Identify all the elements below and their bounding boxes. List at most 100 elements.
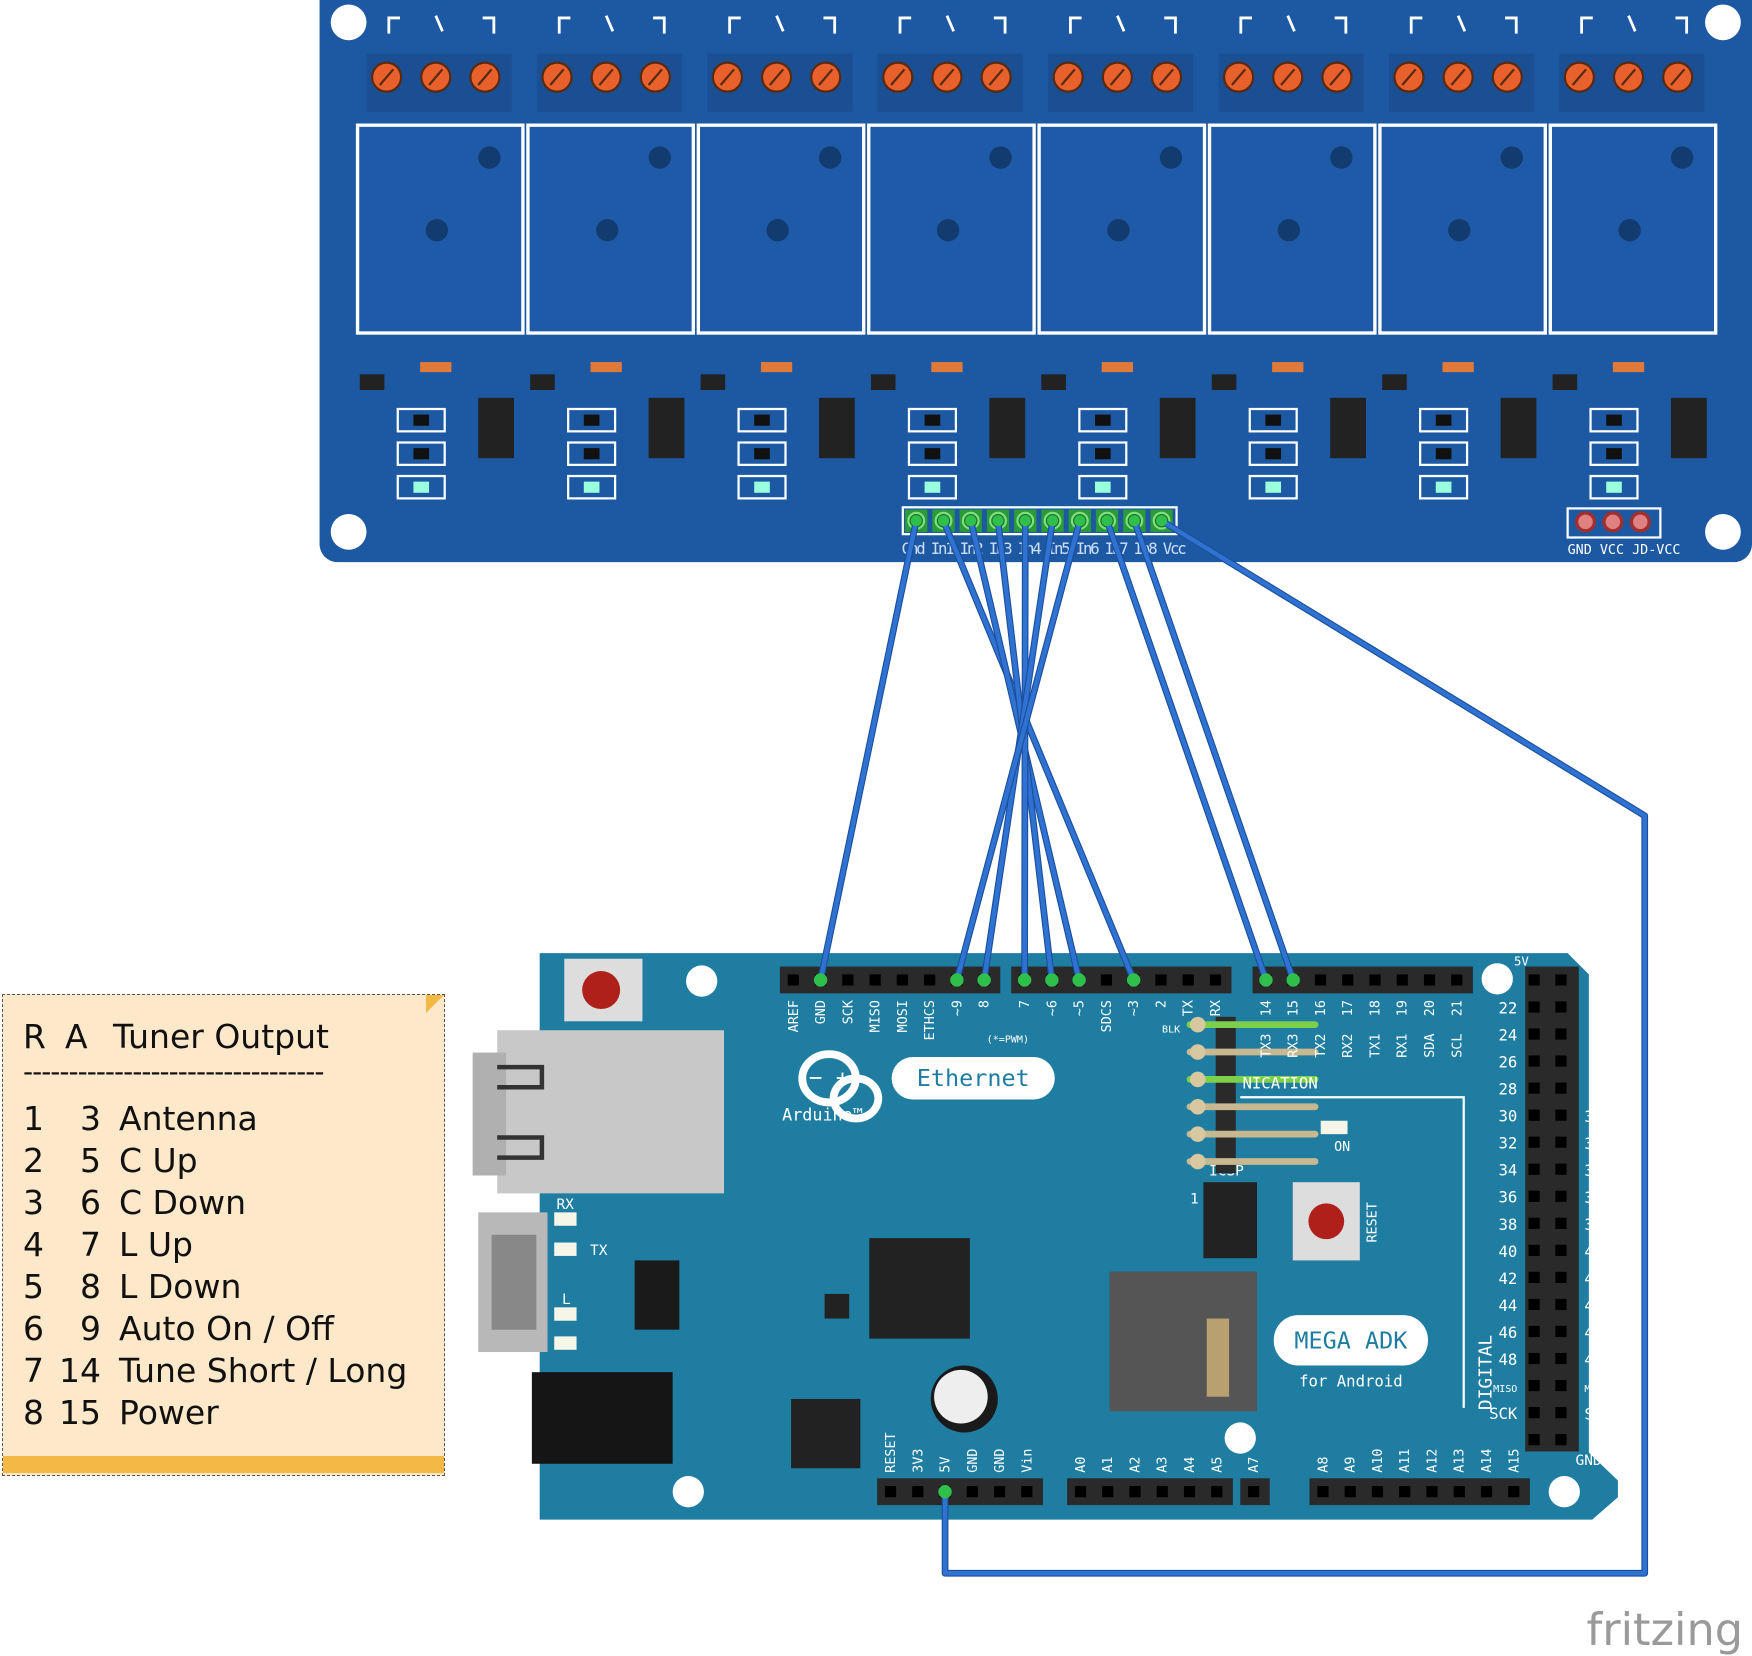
relay-pin xyxy=(936,219,960,242)
pin-label: A8 xyxy=(1316,1457,1331,1473)
relay-pin xyxy=(478,146,501,169)
pin-label: A7 xyxy=(1247,1457,1262,1473)
header-socket xyxy=(1555,1434,1567,1446)
reset-button-2-cap xyxy=(1308,1203,1345,1240)
header-socket xyxy=(1555,1190,1567,1202)
relay-board: Gnd In1 In2 In3 In4 In5 In6 In7 In8 Vcc G… xyxy=(319,0,1752,563)
pin-label: 39 xyxy=(1584,1215,1603,1234)
pin-label: MISO xyxy=(1493,1384,1517,1395)
pin-label: 43 xyxy=(1584,1269,1603,1288)
header-socket xyxy=(1453,1486,1465,1498)
note-row: 25 C Up xyxy=(23,1141,198,1180)
wire-end xyxy=(1045,973,1059,987)
header-socket xyxy=(1555,1109,1567,1121)
tuner-function: Power xyxy=(119,1393,219,1432)
status-led xyxy=(1435,481,1452,493)
mounting-hole xyxy=(672,1476,704,1508)
pin-label: SDA xyxy=(1423,1034,1438,1058)
tuner-function: L Down xyxy=(119,1267,242,1306)
pin-label: ~6 xyxy=(1045,1000,1060,1016)
pin-label: GND xyxy=(993,1449,1008,1473)
diode xyxy=(1442,362,1474,373)
note-row: 1 3 Antenna xyxy=(23,1099,258,1138)
header-socket xyxy=(1248,1486,1260,1498)
arduino-pin: 15 xyxy=(59,1393,101,1432)
note-band xyxy=(3,1456,444,1473)
ftdi-pin xyxy=(1186,1103,1319,1111)
header-socket xyxy=(1342,974,1354,986)
header-socket xyxy=(869,974,881,986)
tuner-function: C Down xyxy=(119,1183,247,1222)
power-pin-jd-vcc xyxy=(1629,511,1651,533)
header-socket xyxy=(1528,1271,1540,1283)
wire-end xyxy=(910,515,922,527)
optocoupler xyxy=(478,397,514,459)
header-socket xyxy=(1344,1486,1356,1498)
diode xyxy=(760,362,793,373)
header-socket xyxy=(1021,1486,1033,1498)
header-socket xyxy=(1528,1379,1540,1392)
pin-label: 45 xyxy=(1584,1296,1603,1315)
microsd-slot xyxy=(1109,1271,1258,1412)
status-led xyxy=(413,481,430,493)
pin-label: ETHCS xyxy=(923,1000,938,1040)
pin-label: TX xyxy=(1182,1000,1197,1016)
reset-label: RESET xyxy=(1366,1202,1381,1242)
pin-label: TX2 xyxy=(1314,1034,1329,1058)
transistor xyxy=(359,374,385,390)
pin-label: 48 xyxy=(1499,1350,1518,1369)
header-socket xyxy=(1528,1244,1540,1256)
pin-label: SDCS xyxy=(1100,1000,1115,1032)
header-socket xyxy=(1100,974,1112,986)
pin-label: MOSI xyxy=(896,1000,911,1032)
resistor xyxy=(1265,448,1282,460)
transistor xyxy=(1552,374,1578,390)
note-fold-corner xyxy=(426,995,444,1013)
note-row: 7 14 Tune Short / Long xyxy=(23,1351,407,1390)
communication-header xyxy=(1252,966,1473,994)
header-socket xyxy=(924,974,936,986)
relay-pin xyxy=(1159,146,1183,169)
pin-label: A9 xyxy=(1344,1457,1359,1473)
model-label: MEGA ADK xyxy=(1294,1327,1408,1355)
pin-label: 15 xyxy=(1287,1000,1302,1016)
voltage-regulator xyxy=(634,1260,680,1330)
communication-label: NICATION xyxy=(1242,1073,1317,1092)
transistor xyxy=(1382,374,1407,390)
header-socket xyxy=(966,1486,978,1498)
resistor xyxy=(924,448,941,460)
relay-number: 1 xyxy=(23,1099,44,1138)
header-socket xyxy=(1129,1486,1141,1498)
led xyxy=(554,1212,577,1226)
header-socket xyxy=(1555,1082,1567,1094)
header-socket xyxy=(1528,1352,1540,1365)
relay-pin xyxy=(1500,146,1523,169)
relay-number: 6 xyxy=(23,1309,44,1348)
wire-in4-to-7 xyxy=(1022,520,1028,980)
status-led xyxy=(754,481,770,493)
pin-label: 14 xyxy=(1259,1000,1274,1016)
ftdi-pin-end xyxy=(1189,1126,1206,1142)
relay-number: 7 xyxy=(23,1351,44,1390)
pin-label: A10 xyxy=(1371,1449,1386,1473)
pin-label: GND xyxy=(966,1449,981,1473)
header-socket xyxy=(1555,1028,1567,1040)
header-socket xyxy=(1209,974,1222,986)
led xyxy=(554,1307,577,1321)
header-socket xyxy=(1528,1082,1540,1094)
resistor xyxy=(583,414,600,426)
pin-label: 22 xyxy=(1499,998,1518,1017)
pin-label: RESET xyxy=(884,1432,899,1472)
relay-pin xyxy=(819,146,842,169)
header-socket xyxy=(1528,1190,1540,1202)
pin-label: A15 xyxy=(1507,1449,1522,1473)
header-socket xyxy=(1528,974,1540,986)
header-socket xyxy=(1528,1001,1540,1013)
header-socket xyxy=(1423,974,1436,986)
pin-label: 34 xyxy=(1499,1161,1518,1180)
pin-label: 7 xyxy=(1018,1000,1033,1008)
pin-label: 49 xyxy=(1584,1350,1603,1369)
wire-end xyxy=(937,515,950,527)
status-led xyxy=(583,481,600,493)
wire-end xyxy=(965,515,977,527)
